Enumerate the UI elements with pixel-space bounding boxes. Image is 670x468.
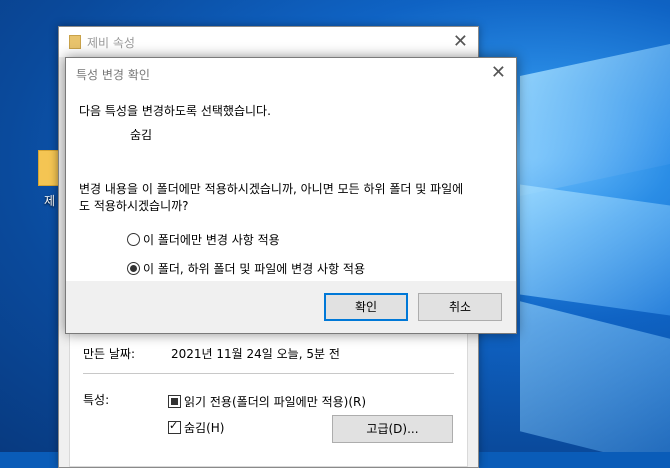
radio-selected-icon	[127, 262, 140, 275]
wallpaper-pane	[520, 44, 670, 196]
advanced-button[interactable]: 고급(D)...	[332, 415, 453, 443]
wallpaper-pane	[520, 184, 670, 316]
created-value: 2021년 11월 24일 오늘, 5분 전	[171, 347, 340, 361]
option-label: 이 폴더에만 변경 사항 적용	[143, 233, 280, 247]
close-icon[interactable]: ✕	[453, 31, 468, 52]
close-icon[interactable]: ✕	[491, 62, 506, 83]
ok-button[interactable]: 확인	[324, 293, 408, 321]
hidden-checkbox[interactable]: 숨김(H)	[168, 419, 224, 436]
dialog-title: 특성 변경 확인	[76, 68, 150, 82]
intro-text: 다음 특성을 변경하도록 선택했습니다.	[79, 104, 271, 118]
option-label: 이 폴더, 하위 폴더 및 파일에 변경 사항 적용	[143, 262, 366, 276]
attribute-name: 숨김	[130, 128, 153, 142]
checkbox-checked-icon	[168, 419, 181, 434]
confirm-attribute-dialog: 특성 변경 확인 ✕ 다음 특성을 변경하도록 선택했습니다. 숨김 변경 내용…	[65, 57, 517, 334]
properties-title: 제비 속성	[87, 36, 135, 50]
radio-icon	[127, 233, 140, 246]
folder-icon	[69, 35, 81, 49]
question-line-2: 도 적용하시겠습니까?	[79, 199, 189, 213]
wallpaper-pane	[520, 301, 670, 452]
desktop-icon-label: 제	[44, 194, 56, 208]
properties-titlebar[interactable]: 제비 속성 ✕	[59, 27, 478, 57]
question-line-1: 변경 내용을 이 폴더에만 적용하시겠습니까, 아니면 모든 하위 폴더 및 파…	[79, 182, 464, 196]
readonly-label: 읽기 전용(폴더의 파일에만 적용)(R)	[184, 395, 367, 409]
option-this-folder-only[interactable]: 이 폴더에만 변경 사항 적용	[127, 231, 280, 248]
dialog-content: 다음 특성을 변경하도록 선택했습니다. 숨김 변경 내용을 이 폴더에만 적용…	[66, 88, 516, 281]
dialog-titlebar[interactable]: 특성 변경 확인 ✕	[66, 58, 516, 88]
hidden-label: 숨김(H)	[184, 421, 225, 435]
divider	[83, 373, 454, 374]
cancel-button[interactable]: 취소	[418, 293, 502, 321]
checkbox-indeterminate-icon	[168, 395, 181, 408]
attributes-label: 특성:	[83, 393, 110, 407]
readonly-checkbox[interactable]: 읽기 전용(폴더의 파일에만 적용)(R)	[168, 393, 366, 410]
option-folder-subfolders-files[interactable]: 이 폴더, 하위 폴더 및 파일에 변경 사항 적용	[127, 260, 365, 277]
created-label: 만든 날짜:	[83, 347, 136, 361]
